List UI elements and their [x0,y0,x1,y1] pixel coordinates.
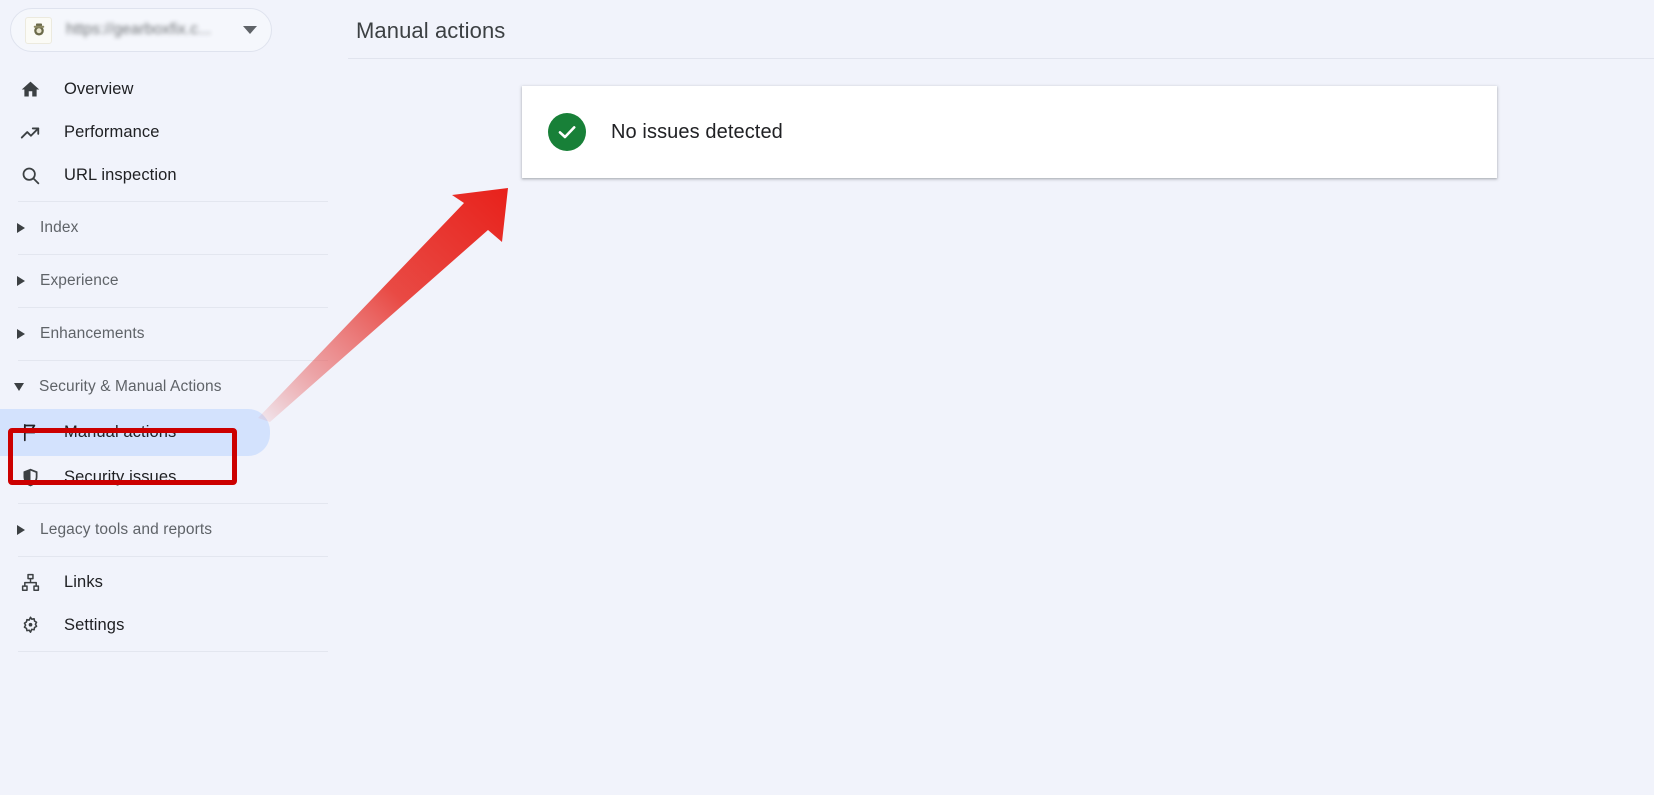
site-favicon [25,16,52,44]
triangle-right-icon [17,525,25,535]
divider [18,503,328,504]
triangle-right-icon [17,329,25,339]
sidebar-item-label: Overview [64,80,134,98]
sidebar-item-label: Performance [64,123,160,141]
sidebar-group-label: Index [40,219,79,236]
sidebar-group-label: Legacy tools and reports [40,521,213,538]
sidebar-group-label: Enhancements [40,325,145,342]
gear-icon [18,614,42,638]
divider [18,307,328,308]
property-url: https://gearboxfix.c... [66,21,212,38]
sidebar-item-label: Security issues [64,468,177,486]
sidebar-group-experience[interactable]: Experience [0,259,348,303]
status-message: No issues detected [611,120,783,143]
triangle-right-icon [17,223,25,233]
flag-icon [18,421,42,445]
sidebar-item-label: Manual actions [64,423,177,441]
sidebar-item-manual-actions[interactable]: Manual actions [0,409,270,456]
sidebar-group-security-and-manual-actions[interactable]: Security & Manual Actions [0,365,348,409]
links-hierarchy-icon [18,571,42,595]
sidebar-item-url-inspection[interactable]: URL inspection [0,154,348,197]
divider [18,201,328,202]
sidebar-item-performance[interactable]: Performance [0,111,348,154]
sidebar-item-label: URL inspection [64,166,177,184]
sidebar-item-label: Settings [64,616,125,634]
sidebar-item-overview[interactable]: Overview [0,68,348,111]
sidebar-nav: Overview Performance URL inspection Inde… [0,68,348,656]
trending-up-icon [18,121,42,145]
triangle-down-icon [14,383,24,391]
divider [18,651,328,652]
property-selector[interactable]: https://gearboxfix.c... [10,8,272,52]
sidebar-item-settings[interactable]: Settings [0,604,348,647]
chevron-down-icon[interactable] [243,26,257,34]
status-card: No issues detected [522,86,1497,178]
sidebar-item-security-issues[interactable]: Security issues [0,456,348,499]
divider [18,360,328,361]
sidebar: https://gearboxfix.c... Overview Perform… [0,0,348,795]
sidebar-group-label: Security & Manual Actions [39,378,222,395]
header-divider [348,58,1654,59]
main-content: Manual actions No issues detected [348,0,1654,795]
triangle-right-icon [17,276,25,286]
home-icon [18,78,42,102]
page-title: Manual actions [356,18,506,43]
divider [18,254,328,255]
shield-icon [18,466,42,490]
sidebar-group-label: Experience [40,272,119,289]
sidebar-group-enhancements[interactable]: Enhancements [0,312,348,356]
sidebar-item-links[interactable]: Links [0,561,348,604]
sidebar-group-index[interactable]: Index [0,206,348,250]
check-circle-icon [548,113,586,151]
sidebar-item-label: Links [64,573,104,591]
search-icon [18,164,42,188]
sidebar-group-legacy-tools-and-reports[interactable]: Legacy tools and reports [0,508,348,552]
divider [18,556,328,557]
